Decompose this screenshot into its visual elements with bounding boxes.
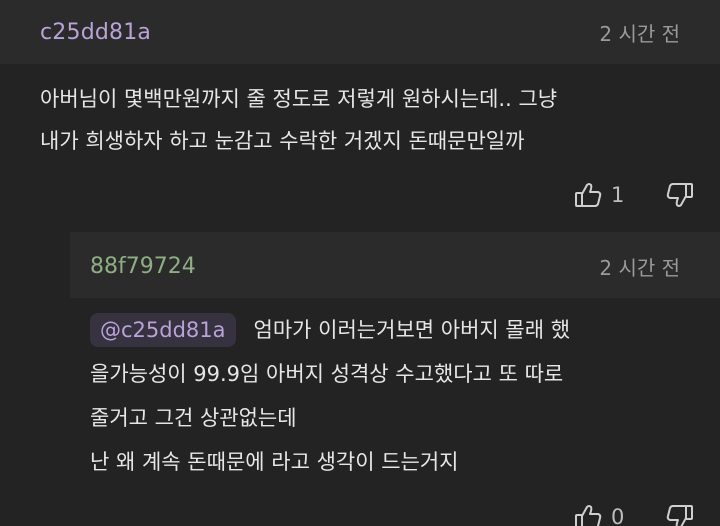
reply-line: 줄거고 그건 상관없는데 (90, 406, 297, 430)
comment-line: 아버님이 몇백만원까지 줄 정도로 저렇게 원하시는데.. 그냥 (40, 87, 558, 111)
reply-line: 난 왜 계속 돈때문에 라고 생각이 드는거지 (90, 450, 459, 474)
like-count: 1 (611, 183, 625, 207)
comment-author[interactable]: c25dd81a (40, 20, 151, 45)
comment-body: 아버님이 몇백만원까지 줄 정도로 저렇게 원하시는데.. 그냥 내가 희생하자… (40, 78, 690, 162)
thumbs-down-icon[interactable] (665, 180, 695, 210)
comment-line: 내가 희생하자 하고 눈감고 수락한 거겠지 돈때문만일까 (40, 129, 525, 153)
mention-chip[interactable]: @c25dd81a (90, 313, 236, 347)
reply-body: @c25dd81a 엄마가 이러는거보면 아버지 몰래 했 을가능성이 99.9임… (90, 308, 690, 484)
reply-line: 을가능성이 99.9임 아버지 성격상 수고했다고 또 따로 (90, 362, 564, 386)
reply-author[interactable]: 88f79724 (90, 254, 196, 279)
like-count: 0 (611, 505, 625, 526)
reply-actions: 0 (573, 500, 695, 526)
comments-page: c25dd81a 2 시간 전 아버님이 몇백만원까지 줄 정도로 저렇게 원하… (0, 0, 720, 526)
reply-line-text: 엄마가 이러는거보면 아버지 몰래 했 (253, 318, 571, 342)
thumbs-down-icon[interactable] (665, 502, 695, 526)
thumbs-up-icon[interactable] (573, 502, 603, 526)
thumbs-up-icon[interactable] (573, 180, 603, 210)
comment-header: c25dd81a 2 시간 전 (0, 0, 720, 64)
reply-line: @c25dd81a 엄마가 이러는거보면 아버지 몰래 했 (90, 308, 690, 352)
comment-timestamp: 2 시간 전 (599, 22, 680, 46)
reply-header: 88f79724 2 시간 전 (70, 232, 720, 298)
comment-actions: 1 (573, 178, 695, 212)
reply-timestamp: 2 시간 전 (599, 256, 680, 280)
